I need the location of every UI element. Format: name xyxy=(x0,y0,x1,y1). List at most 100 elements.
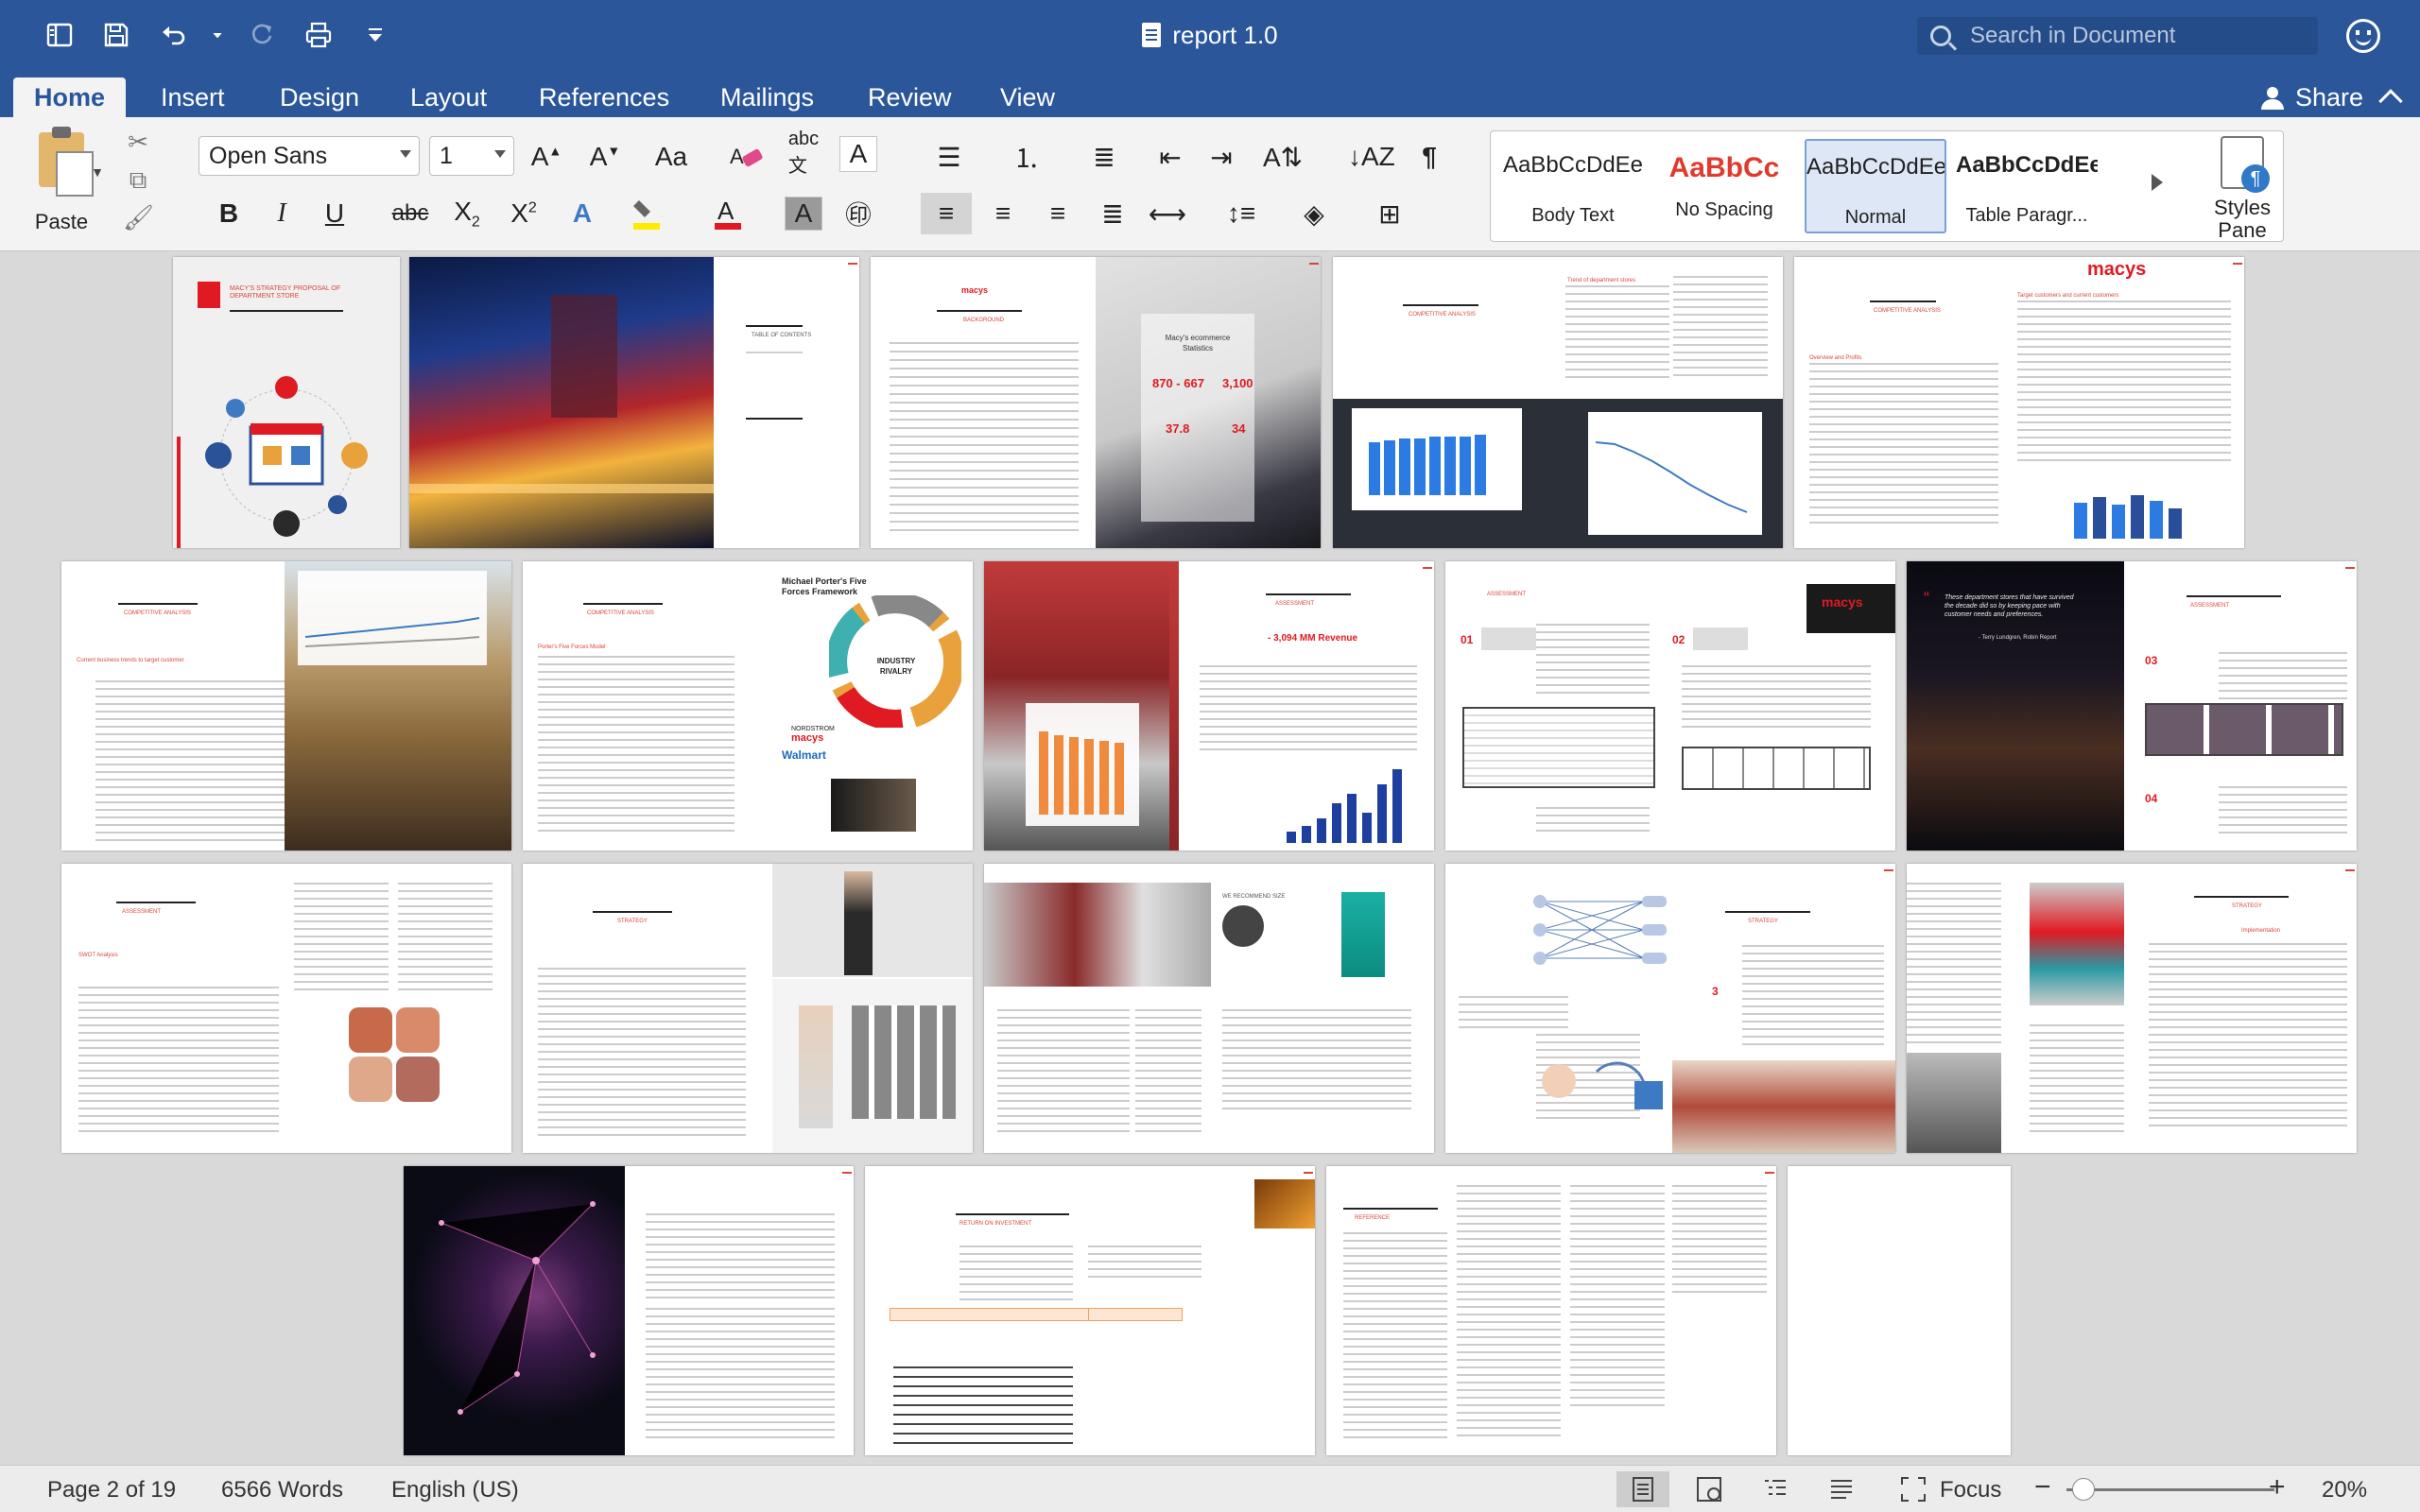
cut-button[interactable]: ✂ xyxy=(123,127,153,157)
page-thumbnail[interactable] xyxy=(404,1166,854,1455)
print-layout-view-button[interactable] xyxy=(1616,1471,1669,1507)
page-thumbnail[interactable]: TABLE OF CONTENTS xyxy=(409,257,859,548)
web-layout-view-button[interactable] xyxy=(1683,1471,1736,1507)
bullets-button[interactable]: ☰ xyxy=(921,136,977,178)
numbering-button[interactable]: ⒈ xyxy=(998,136,1055,178)
tab-insert[interactable]: Insert xyxy=(140,77,246,117)
show-formatting-marks-button[interactable]: ¶ xyxy=(1410,136,1448,178)
grow-font-button[interactable]: A▲ xyxy=(527,136,565,178)
subscript-button[interactable]: X2 xyxy=(448,193,486,234)
align-center-button[interactable]: ≡ xyxy=(977,193,1028,234)
sort-button[interactable]: ↓AZ xyxy=(1348,136,1395,178)
tab-review[interactable]: Review xyxy=(847,77,973,117)
tab-layout[interactable]: Layout xyxy=(389,77,508,117)
zoom-level[interactable]: 20% xyxy=(2322,1477,2367,1503)
character-border-button[interactable]: A xyxy=(839,136,877,172)
share-label: Share xyxy=(2294,82,2363,112)
align-left-button[interactable]: ≡ xyxy=(921,193,972,234)
format-painter-button[interactable]: 🖌 xyxy=(123,202,154,232)
paste-button[interactable]: Paste ▼ xyxy=(19,127,104,244)
porter-heading: Michael Porter's Five Forces Framework xyxy=(782,576,867,596)
align-center-icon: ≡ xyxy=(994,198,1011,228)
search-box[interactable] xyxy=(1917,17,2318,55)
style-body-text[interactable]: AaBbCcDdEe Body Text xyxy=(1502,139,1644,233)
clear-formatting-button[interactable]: A xyxy=(728,136,766,178)
tab-references[interactable]: References xyxy=(518,77,690,117)
zoom-slider-track[interactable] xyxy=(2066,1488,2274,1491)
shading-button[interactable]: ◈ xyxy=(1286,193,1342,234)
character-shading-button[interactable]: A xyxy=(785,197,822,231)
macys-logo: macys xyxy=(1822,594,1863,610)
style-table-paragraph[interactable]: AaBbCcDdEe Table Paragr... xyxy=(1956,139,2098,233)
page-thumbnail[interactable]: These department stores that have surviv… xyxy=(1907,561,2357,850)
font-color-button[interactable]: A xyxy=(709,193,747,234)
page-thumbnail[interactable]: MACY'S STRATEGY PROPOSAL OF DEPARTMENT S… xyxy=(173,257,400,548)
decrease-indent-button[interactable]: ⇤ xyxy=(1151,136,1189,178)
zoom-out-button[interactable]: − xyxy=(2034,1471,2051,1503)
enclose-characters-button[interactable]: ㊞ xyxy=(839,193,877,234)
increase-indent-button[interactable]: ⇥ xyxy=(1202,136,1240,178)
phonetic-guide-button[interactable]: abc 文 xyxy=(785,129,822,177)
gallery-next-icon[interactable] xyxy=(2152,174,2163,191)
page-thumbnail[interactable]: STRATEGY 3 xyxy=(1445,864,1895,1153)
tab-home[interactable]: Home xyxy=(13,77,127,117)
page-thumbnail[interactable]: macys BACKGROUND Macy's ecommerce Statis… xyxy=(871,257,1321,548)
document-canvas[interactable]: MACY'S STRATEGY PROPOSAL OF DEPARTMENT S… xyxy=(0,251,2420,1465)
word-count[interactable]: 6566 Words xyxy=(221,1477,343,1503)
font-size-select[interactable]: 1 xyxy=(429,136,514,176)
bold-button[interactable]: B xyxy=(210,193,248,234)
tab-mailings[interactable]: Mailings xyxy=(700,77,835,117)
copy-button[interactable]: ⧉ xyxy=(123,164,153,195)
zoom-slider-thumb[interactable] xyxy=(2072,1478,2095,1501)
style-no-spacing[interactable]: AaBbCc No Spacing xyxy=(1653,139,1795,233)
line-spacing-button[interactable]: ↕≡ xyxy=(1208,193,1274,234)
search-input[interactable] xyxy=(1970,23,2291,49)
outline-view-button[interactable] xyxy=(1749,1471,1802,1507)
superscript-button[interactable]: X2 xyxy=(505,193,543,234)
page-thumbnail[interactable]: REFERENCE xyxy=(1326,1166,1776,1455)
focus-label[interactable]: Focus xyxy=(1940,1477,2001,1503)
page-thumbnail[interactable]: COMPETITIVE ANALYSIS Trend of department… xyxy=(1333,257,1783,548)
page-thumbnail[interactable]: COMPETITIVE ANALYSIS Porter's Five Force… xyxy=(523,561,973,850)
justify-button[interactable]: ≣ xyxy=(1087,193,1138,234)
page-thumbnail[interactable]: ASSESSMENT - 3,094 MM Revenue xyxy=(984,561,1434,850)
strikethrough-button[interactable]: abc xyxy=(391,193,429,234)
page-thumbnail[interactable]: ASSESSMENT SWOT Analysis xyxy=(61,864,511,1153)
distributed-button[interactable]: ⟷ xyxy=(1142,193,1193,234)
multilevel-list-button[interactable]: ≣ xyxy=(1076,136,1132,178)
font-name-select[interactable]: Open Sans xyxy=(199,136,420,176)
implementation-title: Implementation xyxy=(2241,928,2281,934)
page-thumbnail[interactable]: COMPETITIVE ANALYSIS Current business tr… xyxy=(61,561,511,850)
italic-button[interactable]: I xyxy=(263,193,301,234)
styles-pane-button[interactable]: StylesPane xyxy=(2186,136,2299,242)
page-thumbnail[interactable]: RETURN ON INVESTMENT xyxy=(865,1166,1315,1455)
page-thumbnail[interactable]: macys COMPETITIVE ANALYSIS Overview and … xyxy=(1794,257,2244,548)
macys-logo: macys xyxy=(2087,259,2147,280)
language-indicator[interactable]: English (US) xyxy=(391,1477,519,1503)
text-direction-button[interactable]: A⇅ xyxy=(1263,136,1303,178)
tab-view[interactable]: View xyxy=(979,77,1076,117)
highlight-button[interactable] xyxy=(628,193,666,234)
page-thumbnail[interactable] xyxy=(1788,1166,2011,1455)
styles-pane-icon xyxy=(2221,136,2270,193)
feedback-smiley-icon[interactable] xyxy=(2346,19,2380,53)
page-thumbnail[interactable]: ASSESSMENT 01 02 macys xyxy=(1445,561,1895,850)
tab-design[interactable]: Design xyxy=(259,77,380,117)
focus-mode-icon[interactable] xyxy=(1894,1471,1932,1507)
page-count[interactable]: Page 2 of 19 xyxy=(47,1477,176,1503)
underline-button[interactable]: U xyxy=(316,193,354,234)
page-thumbnail[interactable]: STRATEGY Implementation xyxy=(1907,864,2357,1153)
zoom-in-button[interactable]: + xyxy=(2269,1471,2286,1503)
style-normal[interactable]: AaBbCcDdEe Normal xyxy=(1805,139,1946,233)
swot-title: SWOT Analysis xyxy=(78,953,118,958)
collapse-ribbon-icon[interactable] xyxy=(2378,89,2403,113)
align-right-button[interactable]: ≡ xyxy=(1032,193,1083,234)
change-case-button[interactable]: Aa xyxy=(652,136,690,178)
borders-button[interactable]: ⊞ xyxy=(1361,193,1418,234)
page-thumbnail[interactable]: WE RECOMMEND SIZE xyxy=(984,864,1434,1153)
text-effects-button[interactable]: A xyxy=(563,193,601,234)
share-button[interactable]: Share xyxy=(2260,77,2363,117)
page-thumbnail[interactable]: STRATEGY xyxy=(523,864,973,1153)
draft-view-button[interactable] xyxy=(1815,1471,1868,1507)
shrink-font-button[interactable]: A▼ xyxy=(586,136,624,178)
